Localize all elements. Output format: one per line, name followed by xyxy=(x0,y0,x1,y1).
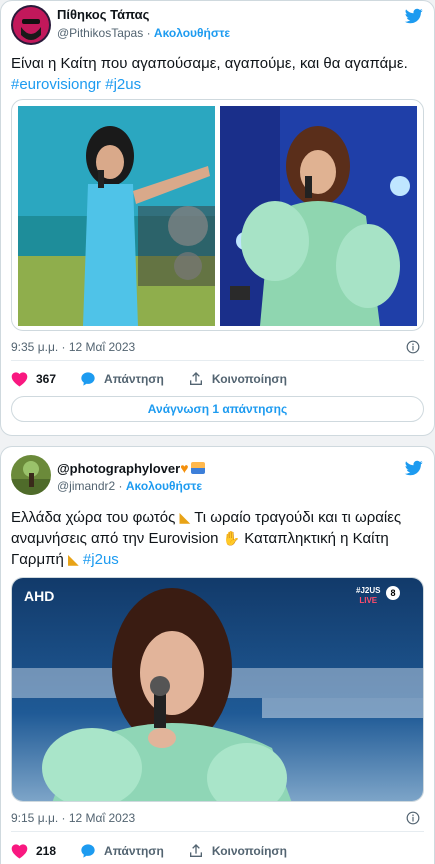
tv-channel-logo: AHD xyxy=(24,588,55,604)
like-count: 218 xyxy=(36,844,57,858)
author-handle-line: @PithikosTapas · Ακολουθήστε xyxy=(57,25,230,41)
like-count: 367 xyxy=(36,372,57,386)
separator: · xyxy=(143,26,154,40)
tweet-text-body: Είναι η Καίτη που αγαπούσαμε, αγαπούμε, … xyxy=(11,55,408,72)
action-bar: 218 Απάντηση Κοινοποίηση xyxy=(11,843,311,859)
party-emoji-icon: ◣ xyxy=(67,551,79,567)
media-grid[interactable] xyxy=(11,99,424,331)
reply-button[interactable]: Απάντηση xyxy=(80,371,164,387)
share-label: Κοινοποίηση xyxy=(211,372,287,386)
author-handle[interactable]: @jimandr2 xyxy=(57,479,115,493)
share-button[interactable]: Κοινοποίηση xyxy=(188,371,287,387)
tweet-card-1: Πίθηκος Τάπας @PithikosTapas · Ακολουθήσ… xyxy=(0,0,435,436)
share-button[interactable]: Κοινοποίηση xyxy=(188,843,287,859)
tv-badge-bottom: LIVE xyxy=(359,596,378,605)
share-icon xyxy=(189,844,202,857)
media-photo[interactable]: AHD #J2US LIVE 8 xyxy=(11,577,424,802)
like-button[interactable]: 218 xyxy=(11,843,56,859)
hashtag-j2us[interactable]: #j2us xyxy=(105,76,141,93)
separator: · xyxy=(115,479,126,493)
author-handle-line: @jimandr2 · Ακολουθήστε xyxy=(57,478,202,494)
info-icon[interactable] xyxy=(406,340,420,354)
tv-rating-badge: 8 xyxy=(386,586,400,600)
tv-badge-top: #J2US xyxy=(356,586,381,595)
tweet-text-body: Ελλάδα χώρα του φωτός xyxy=(11,509,180,526)
heart-icon xyxy=(11,372,28,387)
share-icon xyxy=(189,372,202,385)
avatar[interactable] xyxy=(11,455,51,495)
avatar[interactable] xyxy=(11,5,51,45)
sunrise-emoji-icon xyxy=(190,462,205,474)
reply-label: Απάντηση xyxy=(104,844,164,858)
like-button[interactable]: 367 xyxy=(11,371,56,387)
comment-icon xyxy=(81,372,95,386)
tweet-text: Ελλάδα χώρα του φωτός ◣ Τι ωραίο τραγούδ… xyxy=(11,507,423,570)
author-name[interactable]: Πίθηκος Τάπας xyxy=(57,7,149,23)
timestamp[interactable]: 9:35 μ.μ. · 12 Μαΐ 2023 xyxy=(11,340,135,354)
divider xyxy=(11,360,424,361)
info-icon[interactable] xyxy=(406,811,420,825)
follow-button[interactable]: Ακολουθήστε xyxy=(154,26,230,40)
follow-button[interactable]: Ακολουθήστε xyxy=(126,479,202,493)
heart-orange-emoji-icon: ♥ xyxy=(180,460,189,476)
share-label: Κοινοποίηση xyxy=(211,844,287,858)
reply-button[interactable]: Απάντηση xyxy=(80,843,164,859)
tweet-card-2: @photographylover♥ @jimandr2 · Ακολουθήσ… xyxy=(0,446,435,864)
comment-icon xyxy=(81,844,95,858)
timestamp[interactable]: 9:15 μ.μ. · 12 Μαΐ 2023 xyxy=(11,811,135,825)
heart-icon xyxy=(11,844,28,859)
divider xyxy=(11,831,424,832)
hashtag-eurovisiongr[interactable]: #eurovisiongr xyxy=(11,76,101,93)
hashtag-j2us[interactable]: #j2us xyxy=(83,551,119,568)
clap-emoji-icon: ✋ xyxy=(222,530,241,546)
read-replies-button[interactable]: Ανάγνωση 1 απάντησης xyxy=(11,396,424,422)
author-handle[interactable]: @PithikosTapas xyxy=(57,26,143,40)
action-bar: 367 Απάντηση Κοινοποίηση xyxy=(11,371,311,387)
author-name[interactable]: @photographylover xyxy=(57,461,180,476)
party-emoji-icon: ◣ xyxy=(179,509,191,525)
twitter-bird-icon[interactable] xyxy=(404,459,424,477)
photo-2[interactable] xyxy=(220,106,417,326)
photo-1[interactable] xyxy=(18,106,215,326)
tv-live-badge: #J2US LIVE xyxy=(356,586,380,606)
reply-label: Απάντηση xyxy=(104,372,164,386)
twitter-bird-icon[interactable] xyxy=(404,7,424,25)
author-name-line: @photographylover♥ xyxy=(57,460,205,477)
tweet-text: Είναι η Καίτη που αγαπούσαμε, αγαπούμε, … xyxy=(11,53,423,95)
